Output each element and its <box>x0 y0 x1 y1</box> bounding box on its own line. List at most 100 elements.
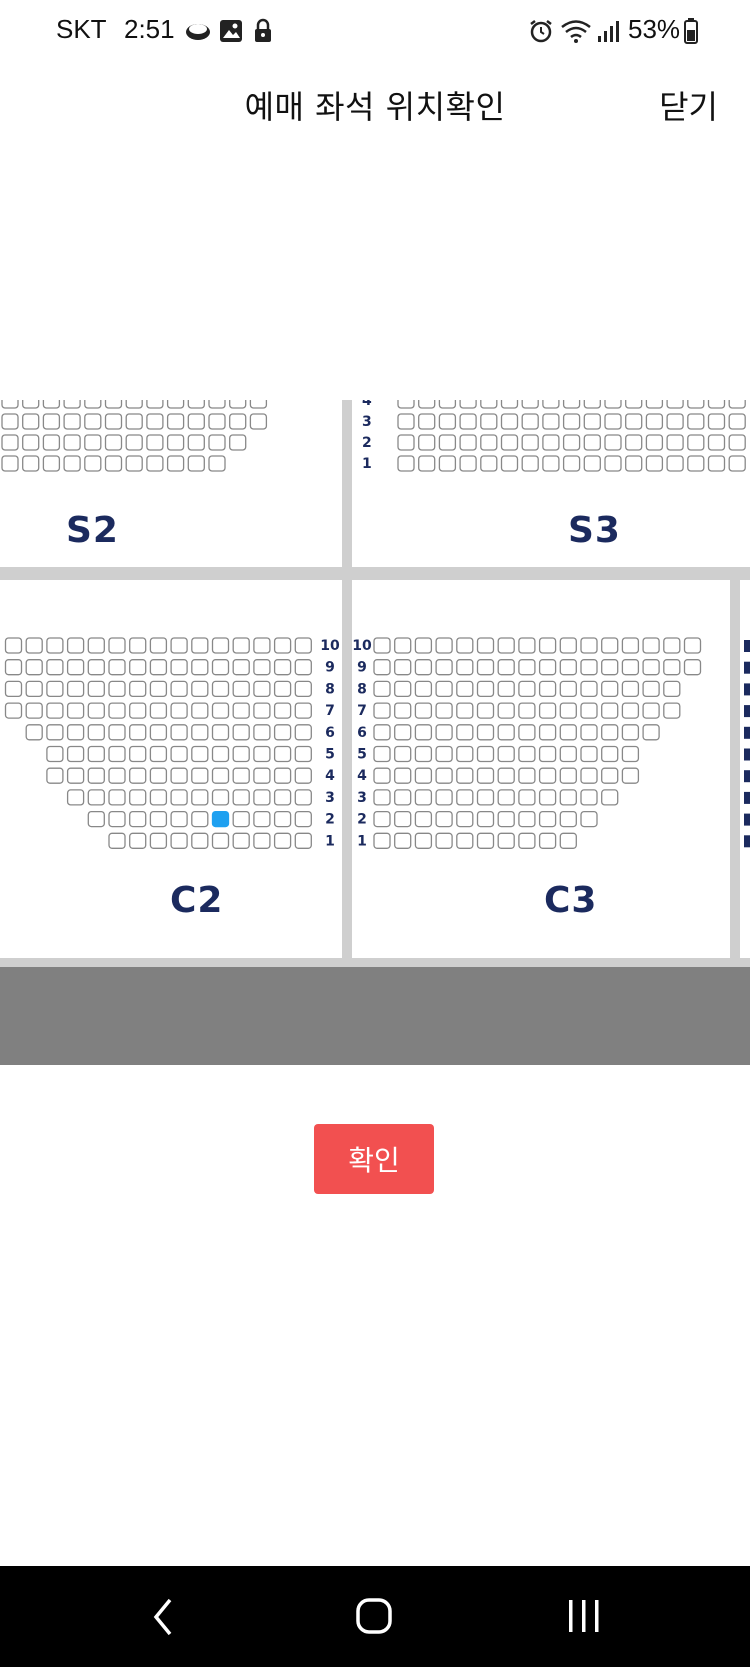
seat <box>728 413 746 430</box>
seat <box>149 724 168 741</box>
confirm-button[interactable]: 확인 <box>314 1124 434 1194</box>
seat <box>625 400 643 409</box>
row-label-cut <box>744 770 750 783</box>
seat <box>25 680 43 698</box>
seat <box>373 789 391 806</box>
seat <box>538 637 557 654</box>
seat <box>456 810 474 828</box>
seat <box>1 434 19 451</box>
seat <box>63 413 81 430</box>
seat <box>414 767 433 784</box>
seat <box>518 659 536 676</box>
seat <box>559 680 577 698</box>
seat <box>294 745 312 763</box>
seat <box>497 659 515 676</box>
seat <box>208 434 226 451</box>
seat <box>604 434 622 451</box>
seat <box>500 434 519 451</box>
seat <box>191 724 209 741</box>
row-label-cut <box>744 683 750 696</box>
seat <box>459 455 477 472</box>
seat <box>559 637 577 654</box>
seat <box>108 810 126 828</box>
seat <box>294 659 312 676</box>
row-label: 10 <box>352 638 372 654</box>
seat <box>538 702 557 719</box>
seat <box>456 767 474 784</box>
seat <box>625 413 643 430</box>
seat <box>87 702 105 719</box>
seat <box>538 745 557 763</box>
seat <box>232 680 250 698</box>
seat <box>518 702 536 719</box>
seat <box>294 832 312 849</box>
seat <box>394 659 412 676</box>
seat <box>642 637 660 654</box>
row-label: 8 <box>325 681 335 697</box>
row-label: 7 <box>325 703 335 719</box>
lock-icon <box>255 18 271 42</box>
row-label: 3 <box>325 790 335 806</box>
row-label: 10 <box>320 638 340 654</box>
row-label-cut <box>744 791 750 804</box>
seat <box>253 702 271 719</box>
seat <box>456 724 474 741</box>
seat <box>170 680 188 698</box>
seat <box>46 745 64 763</box>
carrier-label: SKT <box>56 14 107 44</box>
seat <box>170 789 188 806</box>
row-label: 4 <box>325 768 335 784</box>
seat <box>294 724 312 741</box>
seat <box>666 400 684 409</box>
close-button[interactable]: 닫기 <box>659 82 718 128</box>
seat <box>232 767 250 784</box>
seat <box>583 434 601 451</box>
seat <box>459 413 477 430</box>
seat <box>273 702 292 719</box>
seat <box>435 810 453 828</box>
seat <box>456 680 474 698</box>
seat <box>373 637 391 654</box>
row-label: 1 <box>325 833 335 849</box>
seat <box>601 724 619 741</box>
seat <box>4 637 23 654</box>
row-label: 3 <box>357 790 367 806</box>
seat <box>249 400 268 409</box>
back-icon[interactable] <box>134 1592 194 1642</box>
seat <box>187 434 205 451</box>
seat <box>414 832 433 849</box>
seat <box>456 832 474 849</box>
seat <box>621 767 640 784</box>
row-label: 1 <box>357 833 367 849</box>
seat <box>229 400 247 409</box>
seat <box>149 702 168 719</box>
seat <box>249 413 268 430</box>
seat <box>129 680 147 698</box>
recents-icon[interactable] <box>554 1592 614 1642</box>
seat <box>666 455 684 472</box>
seat <box>22 434 40 451</box>
seat <box>87 745 105 763</box>
seat <box>542 455 560 472</box>
seat <box>542 434 560 451</box>
section-c3: 10 9 8 7 6 5 4 3 2 1 C3 <box>352 580 730 958</box>
seat <box>435 659 453 676</box>
seat <box>438 400 457 409</box>
seat <box>583 400 601 409</box>
seat <box>418 455 436 472</box>
seat <box>42 455 61 472</box>
seat <box>104 413 123 430</box>
seat <box>476 832 495 849</box>
seat <box>394 789 412 806</box>
seat <box>397 400 415 409</box>
home-icon[interactable] <box>344 1592 404 1642</box>
seat <box>559 789 577 806</box>
seat <box>211 789 230 806</box>
seat <box>46 702 64 719</box>
seat <box>418 413 436 430</box>
seat <box>253 724 271 741</box>
seat <box>104 434 123 451</box>
section-label: C2 <box>170 880 224 921</box>
seat <box>497 637 515 654</box>
seat <box>294 680 312 698</box>
